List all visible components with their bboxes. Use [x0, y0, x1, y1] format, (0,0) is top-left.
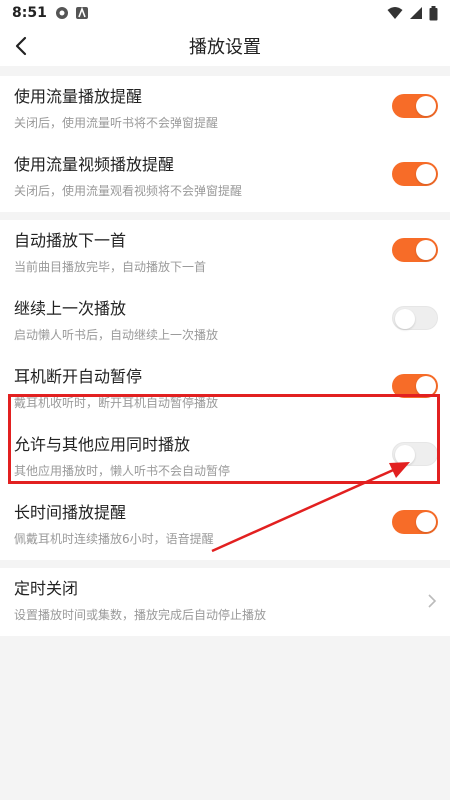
- settings-group-playback: 自动播放下一首 当前曲目播放完毕，自动播放下一首 继续上一次播放 启动懒人听书后…: [0, 220, 450, 560]
- setting-title: 使用流量播放提醒: [14, 87, 143, 106]
- toggle-knob: [416, 376, 436, 396]
- setting-title: 继续上一次播放: [14, 299, 127, 318]
- app-notification-icon: [75, 6, 88, 19]
- status-bar: 8:51: [0, 0, 450, 26]
- battery-icon: [429, 5, 438, 20]
- setting-title: 长时间播放提醒: [14, 503, 127, 522]
- setting-description: 启动懒人听书后，自动继续上一次播放: [14, 328, 219, 342]
- headphone-disconnect-pause-toggle[interactable]: [392, 374, 438, 398]
- setting-description: 关闭后，使用流量听书将不会弹窗提醒: [14, 116, 219, 130]
- toggle-knob: [395, 445, 415, 465]
- back-arrow-icon[interactable]: [8, 32, 36, 60]
- setting-mobile-data-video-reminder[interactable]: 使用流量视频播放提醒 关闭后，使用流量观看视频将不会弹窗提醒: [0, 144, 450, 212]
- notification-icon: [55, 7, 68, 19]
- setting-description: 戴耳机收听时，断开耳机自动暂停播放: [14, 396, 219, 410]
- resume-last-play-toggle[interactable]: [392, 306, 438, 330]
- allow-concurrent-play-toggle[interactable]: [392, 442, 438, 466]
- chevron-right-icon: [428, 594, 437, 608]
- toggle-knob: [416, 164, 436, 184]
- toggle-knob: [416, 512, 436, 532]
- setting-mobile-data-audio-reminder[interactable]: 使用流量播放提醒 关闭后，使用流量听书将不会弹窗提醒: [0, 76, 450, 144]
- setting-autoplay-next[interactable]: 自动播放下一首 当前曲目播放完毕，自动播放下一首: [0, 220, 450, 288]
- signal-icon: [410, 7, 422, 19]
- toggle-knob: [416, 240, 436, 260]
- setting-title: 使用流量视频播放提醒: [14, 155, 175, 174]
- status-time: 8:51: [12, 5, 47, 21]
- toggle-knob: [395, 309, 415, 329]
- mobile-data-video-toggle[interactable]: [392, 162, 438, 186]
- setting-title: 定时关闭: [14, 579, 79, 598]
- setting-description: 设置播放时间或集数，播放完成后自动停止播放: [14, 608, 267, 622]
- setting-title: 耳机断开自动暂停: [14, 367, 143, 386]
- setting-sleep-timer[interactable]: 定时关闭 设置播放时间或集数，播放完成后自动停止播放: [0, 568, 450, 636]
- setting-description: 佩戴耳机时连续播放6小时，语音提醒: [14, 532, 214, 546]
- autoplay-next-toggle[interactable]: [392, 238, 438, 262]
- settings-group-network: 使用流量播放提醒 关闭后，使用流量听书将不会弹窗提醒 使用流量视频播放提醒 关闭…: [0, 76, 450, 212]
- toggle-knob: [416, 96, 436, 116]
- page-title: 播放设置: [189, 37, 261, 58]
- setting-title: 自动播放下一首: [14, 231, 127, 250]
- setting-description: 其他应用播放时，懒人听书不会自动暂停: [14, 464, 231, 478]
- settings-group-timer: 定时关闭 设置播放时间或集数，播放完成后自动停止播放: [0, 568, 450, 636]
- mobile-data-audio-toggle[interactable]: [392, 94, 438, 118]
- setting-description: 当前曲目播放完毕，自动播放下一首: [14, 260, 207, 274]
- setting-resume-last-play[interactable]: 继续上一次播放 启动懒人听书后，自动继续上一次播放: [0, 288, 450, 356]
- setting-description: 关闭后，使用流量观看视频将不会弹窗提醒: [14, 184, 243, 198]
- setting-long-play-reminder[interactable]: 长时间播放提醒 佩戴耳机时连续播放6小时，语音提醒: [0, 492, 450, 560]
- setting-title: 允许与其他应用同时播放: [14, 435, 191, 454]
- setting-headphone-disconnect-pause[interactable]: 耳机断开自动暂停 戴耳机收听时，断开耳机自动暂停播放: [0, 356, 450, 424]
- setting-allow-concurrent-play[interactable]: 允许与其他应用同时播放 其他应用播放时，懒人听书不会自动暂停: [0, 424, 450, 492]
- wifi-icon: [387, 7, 403, 19]
- long-play-reminder-toggle[interactable]: [392, 510, 438, 534]
- page-header: 播放设置: [0, 26, 450, 66]
